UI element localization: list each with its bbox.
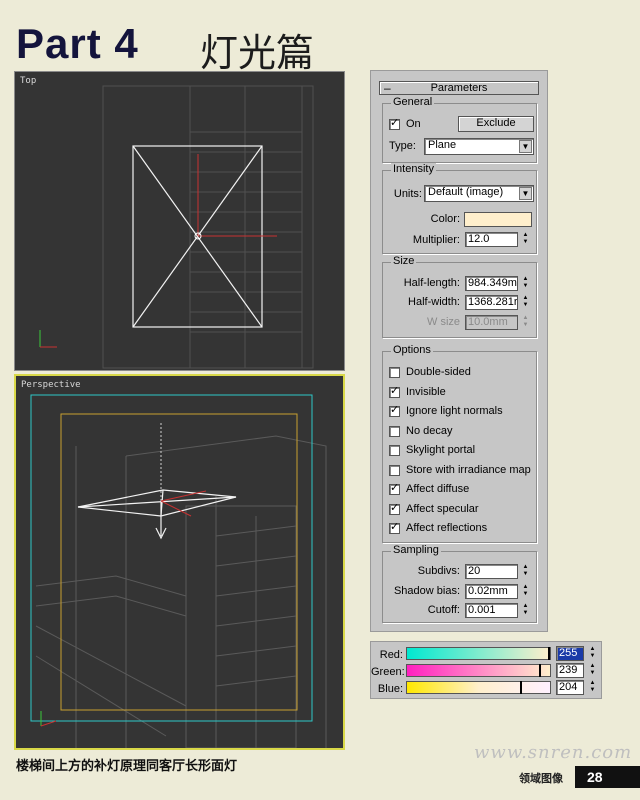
shadow-bias-field[interactable]: 0.02mm — [465, 584, 518, 599]
multiplier-label: Multiplier: — [412, 234, 460, 246]
blue-slider[interactable] — [406, 681, 551, 694]
footer-label: 领域图像 — [519, 772, 563, 785]
check-mark-icon: ✓ — [390, 404, 400, 416]
green-label: Green: — [371, 666, 405, 678]
option-label: Affect reflections — [406, 522, 488, 534]
on-checkbox[interactable]: ✓ — [389, 117, 400, 130]
option-checkbox[interactable] — [389, 367, 400, 378]
shadow-bias-spinner[interactable]: ▲ ▼ — [521, 584, 530, 599]
red-field[interactable]: 255 — [556, 646, 584, 661]
half-length-field[interactable]: 984.349m — [465, 276, 518, 291]
red-slider[interactable] — [406, 647, 551, 660]
blue-spinner[interactable]: ▲ ▼ — [588, 680, 597, 695]
half-width-spinner[interactable]: ▲ ▼ — [521, 295, 530, 310]
cutoff-label: Cutoff: — [427, 604, 460, 616]
cutoff-field[interactable]: 0.001 — [465, 603, 518, 618]
option-label: Affect diffuse — [406, 483, 470, 495]
options-group: Options Double-sided ✓ Invisible ✓ Ignore li… — [382, 344, 537, 543]
red-label: Red: — [379, 649, 403, 661]
size-group: Size Half-length: 984.349m ▲ ▼ Half-width… — [382, 255, 537, 338]
rollout-title: Parameters — [430, 82, 488, 94]
option-checkbox[interactable]: ✓ — [389, 521, 400, 534]
multiplier-field[interactable]: 12.0 — [465, 232, 518, 247]
color-label: Color: — [430, 213, 460, 225]
half-width-field[interactable]: 1368.281r — [465, 295, 518, 310]
options-group-title: Options — [391, 344, 433, 356]
option-checkbox[interactable]: ✓ — [389, 404, 400, 417]
option-checkbox[interactable] — [389, 445, 400, 456]
half-length-label: Half-length: — [403, 277, 460, 289]
multiplier-spinner[interactable]: ▲ ▼ — [521, 232, 530, 247]
figure-caption: 楼梯间上方的补灯原理同客厅长形面灯 — [16, 759, 238, 774]
option-label: No decay — [406, 424, 453, 437]
red-spinner[interactable]: ▲ ▼ — [588, 646, 597, 661]
type-dropdown[interactable]: Plane ▼ — [424, 138, 534, 155]
check-mark-icon: ✓ — [390, 482, 400, 494]
sampling-group: Sampling Subdivs: 20 ▲ ▼ Shadow bias: 0.0… — [382, 544, 537, 623]
option-checkbox[interactable] — [389, 464, 400, 476]
option-label: Ignore light normals — [406, 405, 503, 417]
option-checkbox[interactable] — [389, 425, 400, 437]
site-watermark: www.snren.com — [474, 742, 633, 763]
green-slider-handle[interactable] — [539, 664, 541, 677]
shadow-bias-label: Shadow bias: — [393, 585, 460, 597]
green-spinner[interactable]: ▲ ▼ — [588, 663, 597, 678]
w-size-field: 10.0mm — [465, 315, 518, 330]
type-value: Plane — [428, 139, 457, 151]
blue-field[interactable]: 204 — [556, 680, 584, 695]
top-viewport-drawing — [39, 85, 314, 369]
rgb-color-picker: Red: 255 ▲ ▼ Green: 239 ▲ ▼ Blue: 204 ▲ ▼ — [370, 641, 602, 699]
perspective-viewport-drawing — [30, 394, 327, 748]
type-label: Type: — [389, 140, 416, 152]
half-width-label: Half-width: — [408, 296, 460, 308]
option-label: Double-sided — [406, 366, 471, 378]
units-dropdown[interactable]: Default (image) ▼ — [424, 185, 534, 202]
subdivs-field[interactable]: 20 — [465, 564, 518, 579]
option-label: Invisible — [406, 385, 446, 398]
chapter-title: 灯光篇 — [200, 31, 315, 75]
blue-slider-handle[interactable] — [520, 681, 522, 694]
part-heading: Part 4 — [16, 20, 139, 67]
option-checkbox[interactable]: ✓ — [389, 501, 400, 515]
intensity-group: Intensity Units: Default (image) ▼ Color… — [382, 163, 537, 254]
half-length-spinner[interactable]: ▲ ▼ — [521, 276, 530, 291]
exclude-button[interactable]: Exclude — [458, 116, 534, 132]
units-value: Default (image) — [428, 186, 504, 198]
option-label: Affect specular — [406, 502, 479, 515]
green-slider[interactable] — [406, 664, 551, 677]
page-number: 28 — [575, 766, 640, 788]
parameters-rollout-header[interactable]: – Parameters — [379, 81, 539, 95]
top-viewport[interactable]: Top — [14, 71, 345, 371]
option-checkbox[interactable]: ✓ — [389, 384, 400, 398]
option-label: Skylight portal — [406, 444, 476, 456]
check-mark-icon: ✓ — [390, 117, 400, 129]
general-group: General ✓ On Exclude Type: Plane ▼ — [382, 96, 537, 163]
size-group-title: Size — [391, 255, 417, 267]
check-mark-icon: ✓ — [390, 384, 400, 397]
check-mark-icon: ✓ — [390, 521, 400, 533]
option-checkbox[interactable]: ✓ — [389, 482, 400, 495]
perspective-viewport[interactable]: Perspective — [14, 374, 345, 750]
sampling-group-title: Sampling — [391, 544, 441, 556]
check-mark-icon: ✓ — [390, 501, 400, 514]
light-color-swatch[interactable] — [464, 212, 532, 227]
w-size-spinner: ▲ ▼ — [522, 315, 529, 328]
intensity-group-title: Intensity — [391, 163, 436, 175]
parameters-panel: – Parameters General ✓ On Exclude Type: … — [370, 70, 548, 632]
subdivs-spinner[interactable]: ▲ ▼ — [521, 564, 530, 579]
cutoff-spinner[interactable]: ▲ ▼ — [521, 603, 530, 618]
option-label: Store with irradiance map — [406, 463, 531, 476]
chevron-down-icon[interactable]: ▼ — [519, 140, 532, 153]
red-slider-handle[interactable] — [548, 647, 550, 660]
subdivs-label: Subdivs: — [417, 565, 460, 577]
units-label: Units: — [393, 188, 422, 200]
w-size-label: W size — [427, 316, 460, 328]
general-group-title: General — [391, 96, 435, 108]
chevron-down-icon[interactable]: ▼ — [519, 187, 532, 200]
on-label: On — [406, 118, 421, 130]
blue-label: Blue: — [377, 683, 403, 695]
green-field[interactable]: 239 — [556, 663, 584, 678]
